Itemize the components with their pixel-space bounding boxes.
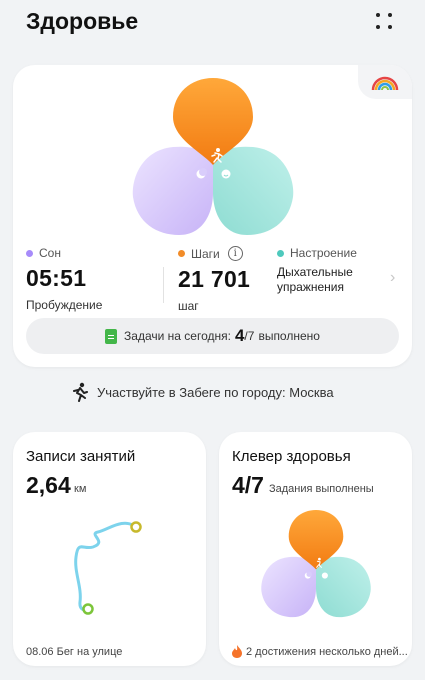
- sleep-sub: Пробуждение: [26, 298, 103, 312]
- city-run-promo[interactable]: Участвуйте в Забеге по городу: Москва: [71, 382, 334, 402]
- mood-dot: [277, 249, 284, 257]
- mood-petal: [213, 146, 294, 235]
- steps-metric[interactable]: Шаги i 21 701 шаг: [178, 246, 250, 313]
- clover-mini-chart: [261, 510, 371, 618]
- health-summary-card[interactable]: Сон 05:51 Пробуждение Шаги i 21 701 шаг Н…: [13, 65, 412, 367]
- mood-metric[interactable]: Настроение Дыхательные упражнения: [277, 246, 387, 295]
- health-clover-chart[interactable]: [131, 75, 295, 245]
- tasks-today-pill[interactable]: Задачи на сегодня: 4 /7 выполнено: [26, 318, 399, 354]
- activity-type: Бег на улице: [56, 646, 123, 658]
- activity-date: 08.06: [26, 646, 54, 658]
- rainbow-icon: [371, 76, 399, 91]
- more-options-button[interactable]: [372, 10, 402, 34]
- running-person-icon: [71, 382, 89, 402]
- info-icon[interactable]: i: [227, 246, 243, 261]
- steps-dot: [178, 250, 185, 257]
- page-title: Здоровье: [26, 8, 139, 34]
- clover-score: 4/7: [232, 472, 264, 498]
- chevron-right-icon[interactable]: ›: [390, 269, 395, 287]
- tasks-done: 4: [234, 326, 245, 345]
- tasks-suffix: выполнено: [258, 329, 320, 343]
- health-clover-card[interactable]: Клевер здоровья 4/7 Задания выполнены 2 …: [219, 432, 412, 666]
- sleep-label: Сон: [39, 246, 61, 260]
- steps-value: 21 701: [178, 266, 251, 292]
- clover-status: Задания выполнены: [269, 483, 374, 495]
- tasks-total: /7: [244, 329, 255, 343]
- mood-label: Настроение: [290, 246, 357, 260]
- route-map: [74, 521, 142, 615]
- header: Здоровье: [0, 0, 425, 48]
- tasks-prefix: Задачи на сегодня:: [124, 329, 231, 343]
- activity-records-card[interactable]: Записи занятий 2,64 км 08.06 Бег на улиц…: [13, 432, 206, 666]
- sleep-petal: [132, 146, 213, 235]
- smile-icon: [221, 169, 231, 179]
- rainbow-badge[interactable]: [358, 65, 412, 99]
- mood-value: Дыхательные упражнения: [277, 265, 353, 294]
- flame-icon: [232, 645, 242, 658]
- activity-meta: 08.06 Бег на улице: [26, 646, 122, 658]
- distance-value: 2,64: [26, 472, 71, 498]
- steps-label: Шаги: [191, 246, 220, 261]
- sleep-dot: [26, 249, 33, 257]
- sleep-metric[interactable]: Сон 05:51 Пробуждение: [26, 246, 102, 312]
- sleep-value: 05:51: [26, 265, 87, 291]
- divider: [163, 267, 164, 303]
- clover-title: Клевер здоровья: [232, 448, 351, 465]
- activity-title: Записи занятий: [26, 448, 136, 465]
- achievement-row: 2 достижения несколько дней...: [232, 645, 408, 658]
- achievement-text: 2 достижения несколько дней...: [246, 645, 408, 658]
- promo-text: Участвуйте в Забеге по городу: Москва: [97, 384, 334, 400]
- distance-unit: км: [74, 483, 87, 495]
- task-list-icon: [105, 328, 118, 344]
- steps-sub: шаг: [178, 299, 199, 313]
